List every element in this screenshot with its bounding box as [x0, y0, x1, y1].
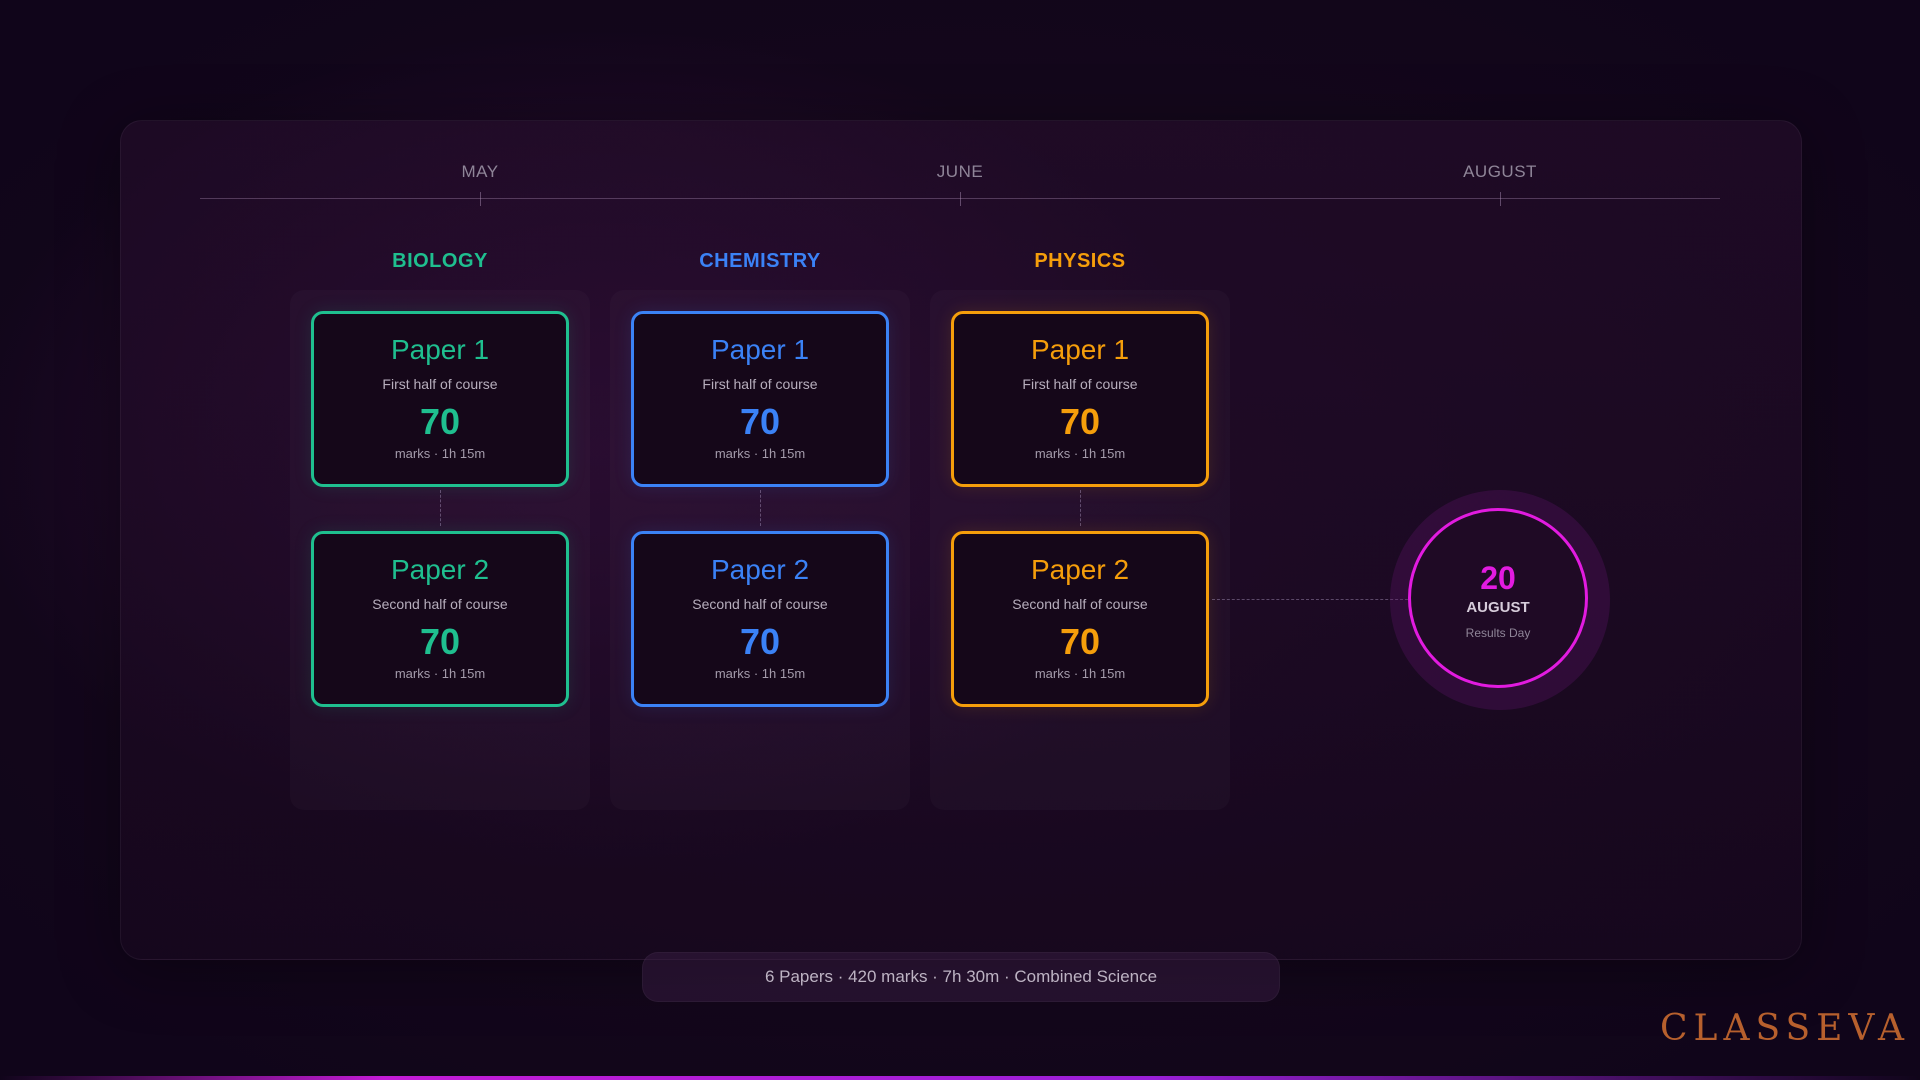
subject-title-biology: BIOLOGY — [392, 250, 488, 272]
month-tick-may — [480, 192, 481, 206]
paper-title: Paper 2 — [390, 554, 490, 585]
paper-meta: marks · 1h 15m — [394, 446, 486, 461]
subject-title-chemistry: CHEMISTRY — [699, 250, 821, 272]
paper-title: Paper 2 — [710, 554, 810, 585]
month-tick-august — [1500, 192, 1501, 206]
month-label-june: JUNE — [936, 162, 984, 181]
results-connector — [1212, 599, 1408, 600]
summary-bar: 6 Papers · 420 marks · 7h 30m · Combined… — [642, 952, 1280, 1002]
physics-paper-1-card: Paper 1 First half of course 70 marks · … — [951, 311, 1209, 487]
paper-description: First half of course — [382, 376, 498, 392]
chemistry-paper-1-card: Paper 1 First half of course 70 marks · … — [631, 311, 889, 487]
paper-marks: 70 — [739, 621, 781, 662]
paper-description: Second half of course — [372, 596, 508, 612]
paper-title: Paper 1 — [1030, 334, 1130, 365]
paper-description: First half of course — [702, 376, 818, 392]
chemistry-paper-2-card: Paper 2 Second half of course 70 marks ·… — [631, 531, 889, 707]
paper-meta: marks · 1h 15m — [714, 446, 806, 461]
physics-paper-2-card: Paper 2 Second half of course 70 marks ·… — [951, 531, 1209, 707]
classeva-logo: CLASSEVA — [1660, 1008, 1910, 1049]
paper-description: Second half of course — [1012, 596, 1148, 612]
paper-connector-biology — [440, 490, 441, 526]
paper-meta: marks · 1h 15m — [1034, 666, 1126, 681]
paper-marks: 70 — [1059, 621, 1101, 662]
paper-meta: marks · 1h 15m — [394, 666, 486, 681]
paper-marks: 70 — [1059, 401, 1101, 442]
paper-connector-physics — [1080, 490, 1081, 526]
slide-background: MAY JUNE AUGUST BIOLOGY Paper 1 First ha… — [0, 0, 1920, 1080]
results-day-label: Results Day — [1465, 626, 1531, 640]
paper-marks: 70 — [419, 621, 461, 662]
paper-connector-chemistry — [760, 490, 761, 526]
paper-title: Paper 1 — [390, 334, 490, 365]
biology-paper-2-card: Paper 2 Second half of course 70 marks ·… — [311, 531, 569, 707]
results-day-marker: 20 AUGUST Results Day — [1408, 508, 1588, 688]
paper-meta: marks · 1h 15m — [1034, 446, 1126, 461]
month-label-may: MAY — [461, 162, 499, 181]
subject-title-physics: PHYSICS — [1034, 250, 1126, 272]
results-month: AUGUST — [1466, 599, 1530, 616]
paper-title: Paper 1 — [710, 334, 810, 365]
month-tick-june — [960, 192, 961, 206]
paper-marks: 70 — [419, 401, 461, 442]
paper-meta: marks · 1h 15m — [714, 666, 806, 681]
paper-marks: 70 — [739, 401, 781, 442]
paper-description: Second half of course — [692, 596, 828, 612]
paper-title: Paper 2 — [1030, 554, 1130, 585]
paper-description: First half of course — [1022, 376, 1138, 392]
biology-paper-1-card: Paper 1 First half of course 70 marks · … — [311, 311, 569, 487]
results-day-number: 20 — [1480, 560, 1516, 596]
month-label-august: AUGUST — [1463, 162, 1537, 181]
bottom-accent-line — [0, 1076, 1920, 1080]
